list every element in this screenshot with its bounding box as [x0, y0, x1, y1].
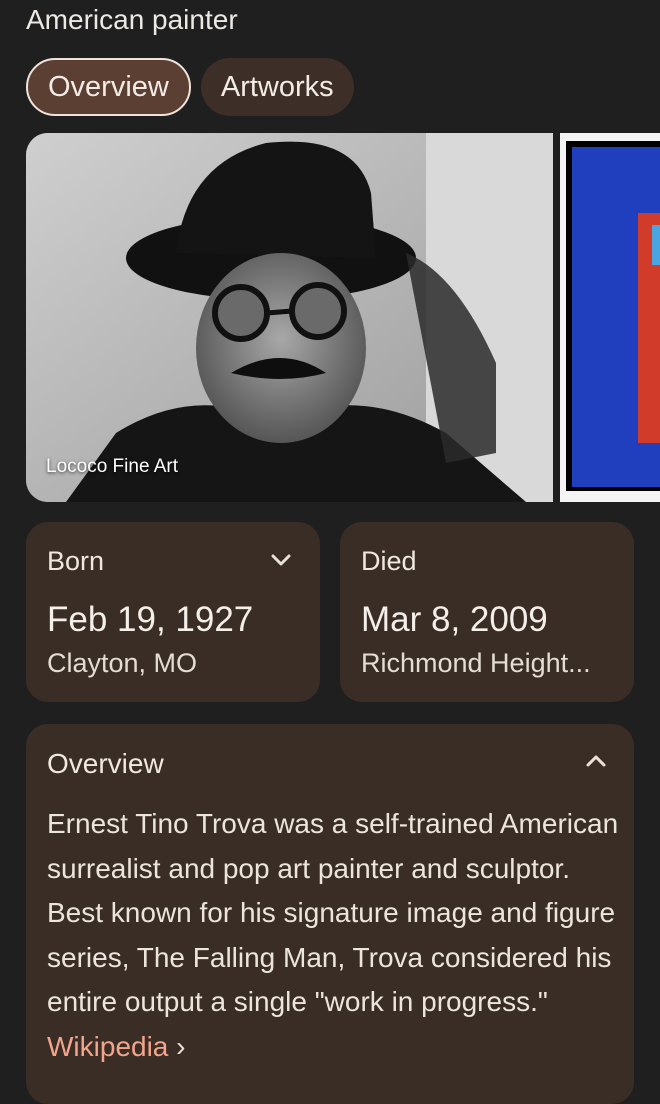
- portrait-image: [26, 133, 553, 502]
- born-date: Feb 19, 1927: [47, 600, 254, 639]
- chevron-up-icon[interactable]: [584, 752, 608, 770]
- overview-label: Overview: [47, 748, 164, 779]
- born-place: Clayton, MO: [47, 648, 198, 678]
- painter-photo[interactable]: Lococo Fine Art: [26, 133, 553, 502]
- died-place: Richmond Height...: [361, 648, 591, 678]
- overview-card: Overview Ernest Tino Trova was a self-tr…: [26, 724, 634, 1104]
- artwork-thumbnail[interactable]: [560, 133, 660, 502]
- died-date: Mar 8, 2009: [361, 600, 548, 639]
- image-gallery[interactable]: Lococo Fine Art: [26, 133, 660, 502]
- died-card[interactable]: Died Mar 8, 2009 Richmond Height...: [340, 522, 634, 702]
- chevron-down-icon[interactable]: [270, 552, 292, 568]
- overview-text: Ernest Tino Trova was a self-trained Ame…: [47, 808, 619, 1017]
- wikipedia-chevron-icon[interactable]: ›: [176, 1031, 185, 1062]
- born-card[interactable]: Born Feb 19, 1927 Clayton, MO: [26, 522, 320, 702]
- overview-description: Ernest Tino Trova was a self-trained Ame…: [47, 802, 622, 1069]
- died-label: Died: [361, 546, 417, 576]
- tab-overview[interactable]: Overview: [26, 58, 191, 116]
- born-label: Born: [47, 546, 105, 576]
- wikipedia-link[interactable]: Wikipedia: [47, 1031, 168, 1062]
- tab-bar: Overview Artworks: [26, 58, 354, 116]
- artwork-image: [560, 133, 660, 502]
- photo-credit: Lococo Fine Art: [46, 456, 179, 477]
- tab-artworks[interactable]: Artworks: [200, 58, 354, 116]
- page-subtitle: American painter: [26, 4, 238, 35]
